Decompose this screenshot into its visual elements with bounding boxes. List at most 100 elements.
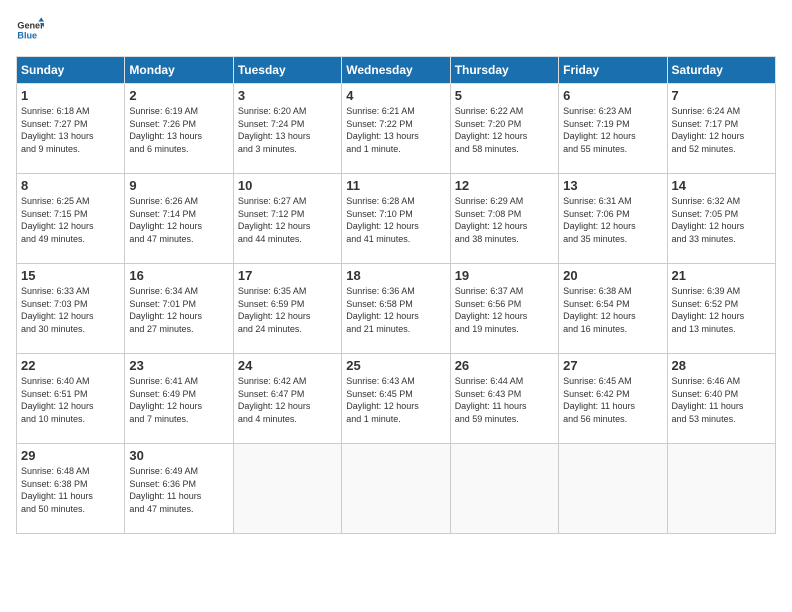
- calendar-cell: 18 Sunrise: 6:36 AM Sunset: 6:58 PM Dayli…: [342, 264, 450, 354]
- day-number: 1: [21, 88, 120, 103]
- day-info: Sunrise: 6:33 AM Sunset: 7:03 PM Dayligh…: [21, 285, 120, 335]
- svg-text:General: General: [17, 21, 44, 31]
- calendar-cell: 19 Sunrise: 6:37 AM Sunset: 6:56 PM Dayli…: [450, 264, 558, 354]
- calendar-cell: 7 Sunrise: 6:24 AM Sunset: 7:17 PM Daylig…: [667, 84, 775, 174]
- day-info: Sunrise: 6:32 AM Sunset: 7:05 PM Dayligh…: [672, 195, 771, 245]
- day-info: Sunrise: 6:48 AM Sunset: 6:38 PM Dayligh…: [21, 465, 120, 515]
- day-number: 9: [129, 178, 228, 193]
- day-number: 13: [563, 178, 662, 193]
- day-number: 24: [238, 358, 337, 373]
- day-info: Sunrise: 6:37 AM Sunset: 6:56 PM Dayligh…: [455, 285, 554, 335]
- calendar-cell: 6 Sunrise: 6:23 AM Sunset: 7:19 PM Daylig…: [559, 84, 667, 174]
- calendar-cell: 21 Sunrise: 6:39 AM Sunset: 6:52 PM Dayli…: [667, 264, 775, 354]
- weekday-header: Tuesday: [233, 57, 341, 84]
- day-info: Sunrise: 6:24 AM Sunset: 7:17 PM Dayligh…: [672, 105, 771, 155]
- day-number: 20: [563, 268, 662, 283]
- weekday-header: Saturday: [667, 57, 775, 84]
- calendar-week-row: 22 Sunrise: 6:40 AM Sunset: 6:51 PM Dayli…: [17, 354, 776, 444]
- day-number: 11: [346, 178, 445, 193]
- day-info: Sunrise: 6:45 AM Sunset: 6:42 PM Dayligh…: [563, 375, 662, 425]
- day-number: 26: [455, 358, 554, 373]
- calendar-cell: 10 Sunrise: 6:27 AM Sunset: 7:12 PM Dayli…: [233, 174, 341, 264]
- calendar-cell: 12 Sunrise: 6:29 AM Sunset: 7:08 PM Dayli…: [450, 174, 558, 264]
- day-number: 3: [238, 88, 337, 103]
- day-number: 29: [21, 448, 120, 463]
- calendar-cell: 11 Sunrise: 6:28 AM Sunset: 7:10 PM Dayli…: [342, 174, 450, 264]
- header: General Blue: [16, 16, 776, 44]
- weekday-header: Friday: [559, 57, 667, 84]
- day-info: Sunrise: 6:44 AM Sunset: 6:43 PM Dayligh…: [455, 375, 554, 425]
- calendar-cell: 1 Sunrise: 6:18 AM Sunset: 7:27 PM Daylig…: [17, 84, 125, 174]
- calendar-cell: 29 Sunrise: 6:48 AM Sunset: 6:38 PM Dayli…: [17, 444, 125, 534]
- day-info: Sunrise: 6:27 AM Sunset: 7:12 PM Dayligh…: [238, 195, 337, 245]
- day-info: Sunrise: 6:23 AM Sunset: 7:19 PM Dayligh…: [563, 105, 662, 155]
- calendar-cell: 24 Sunrise: 6:42 AM Sunset: 6:47 PM Dayli…: [233, 354, 341, 444]
- calendar-cell: 26 Sunrise: 6:44 AM Sunset: 6:43 PM Dayli…: [450, 354, 558, 444]
- day-info: Sunrise: 6:43 AM Sunset: 6:45 PM Dayligh…: [346, 375, 445, 425]
- day-info: Sunrise: 6:28 AM Sunset: 7:10 PM Dayligh…: [346, 195, 445, 245]
- day-number: 21: [672, 268, 771, 283]
- weekday-header: Wednesday: [342, 57, 450, 84]
- calendar-cell: 8Sunrise: 6:25 AM Sunset: 7:15 PM Daylig…: [17, 174, 125, 264]
- calendar-cell: 14 Sunrise: 6:32 AM Sunset: 7:05 PM Dayli…: [667, 174, 775, 264]
- day-number: 28: [672, 358, 771, 373]
- calendar-week-row: 8Sunrise: 6:25 AM Sunset: 7:15 PM Daylig…: [17, 174, 776, 264]
- day-number: 7: [672, 88, 771, 103]
- calendar-cell: 13 Sunrise: 6:31 AM Sunset: 7:06 PM Dayli…: [559, 174, 667, 264]
- day-number: 8: [21, 178, 120, 193]
- weekday-header-row: SundayMondayTuesdayWednesdayThursdayFrid…: [17, 57, 776, 84]
- day-info: Sunrise: 6:18 AM Sunset: 7:27 PM Dayligh…: [21, 105, 120, 155]
- calendar-cell: 27 Sunrise: 6:45 AM Sunset: 6:42 PM Dayli…: [559, 354, 667, 444]
- day-info: Sunrise: 6:21 AM Sunset: 7:22 PM Dayligh…: [346, 105, 445, 155]
- day-number: 14: [672, 178, 771, 193]
- day-number: 17: [238, 268, 337, 283]
- day-number: 18: [346, 268, 445, 283]
- calendar-cell: 5 Sunrise: 6:22 AM Sunset: 7:20 PM Daylig…: [450, 84, 558, 174]
- calendar-cell: 9 Sunrise: 6:26 AM Sunset: 7:14 PM Daylig…: [125, 174, 233, 264]
- day-number: 15: [21, 268, 120, 283]
- day-info: Sunrise: 6:40 AM Sunset: 6:51 PM Dayligh…: [21, 375, 120, 425]
- day-info: Sunrise: 6:36 AM Sunset: 6:58 PM Dayligh…: [346, 285, 445, 335]
- day-number: 2: [129, 88, 228, 103]
- day-number: 12: [455, 178, 554, 193]
- weekday-header: Monday: [125, 57, 233, 84]
- day-info: Sunrise: 6:39 AM Sunset: 6:52 PM Dayligh…: [672, 285, 771, 335]
- calendar-cell: [667, 444, 775, 534]
- calendar-cell: 25 Sunrise: 6:43 AM Sunset: 6:45 PM Dayli…: [342, 354, 450, 444]
- day-number: 4: [346, 88, 445, 103]
- weekday-header: Thursday: [450, 57, 558, 84]
- calendar-week-row: 29 Sunrise: 6:48 AM Sunset: 6:38 PM Dayli…: [17, 444, 776, 534]
- calendar-table: SundayMondayTuesdayWednesdayThursdayFrid…: [16, 56, 776, 534]
- day-info: Sunrise: 6:49 AM Sunset: 6:36 PM Dayligh…: [129, 465, 228, 515]
- day-info: Sunrise: 6:31 AM Sunset: 7:06 PM Dayligh…: [563, 195, 662, 245]
- day-info: Sunrise: 6:46 AM Sunset: 6:40 PM Dayligh…: [672, 375, 771, 425]
- calendar-cell: [450, 444, 558, 534]
- day-number: 22: [21, 358, 120, 373]
- calendar-cell: 4 Sunrise: 6:21 AM Sunset: 7:22 PM Daylig…: [342, 84, 450, 174]
- calendar-week-row: 1 Sunrise: 6:18 AM Sunset: 7:27 PM Daylig…: [17, 84, 776, 174]
- svg-text:Blue: Blue: [17, 30, 37, 40]
- day-info: Sunrise: 6:34 AM Sunset: 7:01 PM Dayligh…: [129, 285, 228, 335]
- day-number: 10: [238, 178, 337, 193]
- day-info: Sunrise: 6:26 AM Sunset: 7:14 PM Dayligh…: [129, 195, 228, 245]
- day-number: 27: [563, 358, 662, 373]
- calendar-cell: 30 Sunrise: 6:49 AM Sunset: 6:36 PM Dayli…: [125, 444, 233, 534]
- day-info: Sunrise: 6:22 AM Sunset: 7:20 PM Dayligh…: [455, 105, 554, 155]
- day-info: Sunrise: 6:19 AM Sunset: 7:26 PM Dayligh…: [129, 105, 228, 155]
- day-info: Sunrise: 6:41 AM Sunset: 6:49 PM Dayligh…: [129, 375, 228, 425]
- day-info: Sunrise: 6:29 AM Sunset: 7:08 PM Dayligh…: [455, 195, 554, 245]
- day-number: 5: [455, 88, 554, 103]
- calendar-week-row: 15 Sunrise: 6:33 AM Sunset: 7:03 PM Dayli…: [17, 264, 776, 354]
- day-number: 23: [129, 358, 228, 373]
- calendar-cell: 28 Sunrise: 6:46 AM Sunset: 6:40 PM Dayli…: [667, 354, 775, 444]
- day-info: Sunrise: 6:35 AM Sunset: 6:59 PM Dayligh…: [238, 285, 337, 335]
- logo-icon: General Blue: [16, 16, 44, 44]
- day-number: 25: [346, 358, 445, 373]
- day-number: 6: [563, 88, 662, 103]
- day-info: Sunrise: 6:42 AM Sunset: 6:47 PM Dayligh…: [238, 375, 337, 425]
- day-number: 19: [455, 268, 554, 283]
- day-number: 30: [129, 448, 228, 463]
- calendar-cell: 15 Sunrise: 6:33 AM Sunset: 7:03 PM Dayli…: [17, 264, 125, 354]
- calendar-cell: 22 Sunrise: 6:40 AM Sunset: 6:51 PM Dayli…: [17, 354, 125, 444]
- day-info: Sunrise: 6:38 AM Sunset: 6:54 PM Dayligh…: [563, 285, 662, 335]
